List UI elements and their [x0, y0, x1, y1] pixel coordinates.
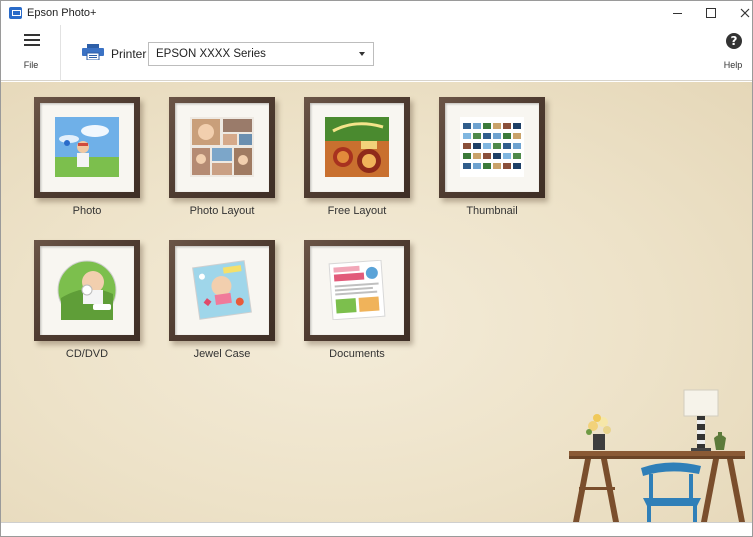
- tile-cd-dvd[interactable]: CD/DVD: [34, 240, 140, 380]
- frame: [169, 97, 275, 198]
- tile-jewel-case[interactable]: Jewel Case: [169, 240, 275, 380]
- tile-documents[interactable]: Documents: [304, 240, 410, 380]
- tile-label: Jewel Case: [193, 348, 251, 360]
- frame: [34, 97, 140, 198]
- printer-select[interactable]: EPSON XXXX Series: [148, 42, 374, 66]
- app-icon: [9, 7, 22, 19]
- documents-icon: [325, 260, 389, 320]
- close-button[interactable]: [728, 1, 752, 25]
- help-icon: ?: [726, 33, 742, 49]
- frame: [439, 97, 545, 198]
- tile-label: Free Layout: [327, 205, 387, 217]
- printer-icon: [82, 44, 104, 60]
- printer-select-value: EPSON XXXX Series: [156, 48, 266, 60]
- status-bar: [1, 522, 752, 536]
- free-layout-icon: [325, 117, 389, 177]
- toolbar: File Printer EPSON XXXX Series ? Help: [1, 25, 752, 81]
- frame: [304, 97, 410, 198]
- photo-icon: [55, 117, 119, 177]
- tile-label: CD/DVD: [65, 348, 109, 360]
- tile-photo[interactable]: Photo: [34, 97, 140, 237]
- frame: [304, 240, 410, 341]
- window-title: Epson Photo+: [27, 7, 97, 19]
- hamburger-icon: [24, 34, 40, 46]
- epson-photo-window: Epson Photo+ File Printer EPSON XXXX Ser…: [0, 0, 753, 537]
- photo-layout-icon: [190, 117, 254, 177]
- file-label: File: [23, 60, 39, 70]
- help-button[interactable]: ? Help: [714, 25, 752, 81]
- frame: [169, 240, 275, 341]
- file-menu-button[interactable]: File: [1, 25, 61, 81]
- cd-dvd-icon: [57, 260, 117, 320]
- title-bar: Epson Photo+: [1, 1, 752, 25]
- tile-thumbnail[interactable]: Thumbnail: [439, 97, 545, 237]
- tile-photo-layout[interactable]: Photo Layout: [169, 97, 275, 237]
- tile-free-layout[interactable]: Free Layout: [304, 97, 410, 237]
- tile-label: Photo: [72, 205, 102, 217]
- printer-label: Printer: [111, 47, 147, 61]
- help-label: Help: [723, 60, 743, 70]
- thumbnail-icon: [460, 117, 524, 177]
- desk-illustration: [569, 389, 745, 522]
- tile-label: Documents: [329, 348, 385, 360]
- chevron-down-icon: [359, 52, 365, 56]
- jewel-case-icon: [190, 260, 254, 320]
- tile-label: Photo Layout: [189, 205, 255, 217]
- close-icon: [740, 8, 750, 18]
- tile-label: Thumbnail: [466, 205, 518, 217]
- main-content: Photo Photo Layout Free Layout Thumbnail…: [1, 82, 752, 522]
- maximize-button[interactable]: [694, 1, 728, 25]
- frame: [34, 240, 140, 341]
- minimize-button[interactable]: [660, 1, 694, 25]
